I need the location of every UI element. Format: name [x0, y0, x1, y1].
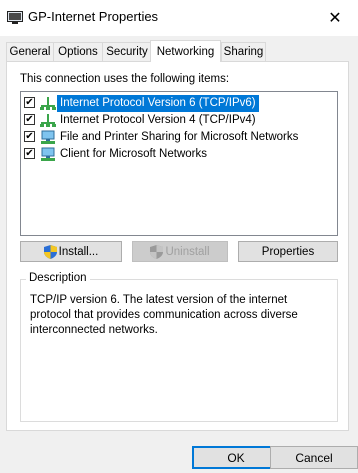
tab-options[interactable]: Options: [53, 42, 103, 61]
network-connection-icon: [7, 11, 23, 24]
list-item-label: File and Printer Sharing for Microsoft N…: [60, 131, 299, 143]
list-item-ipv6[interactable]: ✔ Internet Protocol Version 6 (TCP/IPv6): [23, 95, 335, 112]
networking-panel: This connection uses the following items…: [6, 61, 349, 431]
list-item-ipv4[interactable]: ✔ Internet Protocol Version 4 (TCP/IPv4): [23, 112, 335, 129]
install-label: Install...: [58, 245, 99, 258]
list-item-client-networks[interactable]: ✔ Client for Microsoft Networks: [23, 146, 335, 163]
network-protocol-icon: [40, 97, 56, 110]
uac-shield-icon: [43, 244, 57, 259]
title-bar: GP-Internet Properties ✕: [0, 0, 358, 36]
window-title: GP-Internet Properties: [28, 9, 159, 24]
uninstall-button[interactable]: Uninstall: [132, 241, 228, 262]
properties-label: Properties: [261, 245, 315, 258]
tab-sharing[interactable]: Sharing: [221, 42, 266, 61]
description-title: Description: [26, 272, 90, 284]
close-icon: ✕: [328, 10, 342, 27]
network-client-icon: [41, 147, 55, 161]
items-caption: This connection uses the following items…: [20, 73, 230, 85]
uac-shield-icon: [150, 244, 164, 259]
cancel-button[interactable]: Cancel: [270, 446, 358, 469]
tab-security[interactable]: Security: [102, 42, 152, 61]
tab-general[interactable]: General: [6, 42, 54, 61]
checkbox-client-networks[interactable]: ✔: [24, 148, 35, 159]
network-service-icon: [41, 130, 55, 144]
network-protocol-icon: [40, 114, 56, 127]
uninstall-label: Uninstall: [165, 245, 210, 258]
tab-networking[interactable]: Networking: [150, 40, 221, 62]
connection-items-list[interactable]: ✔ Internet Protocol Version 6 (TCP/IPv6)…: [20, 91, 338, 236]
install-button[interactable]: Install...: [20, 241, 122, 262]
description-text: TCP/IP version 6. The latest version of …: [30, 294, 298, 336]
list-item-label: Client for Microsoft Networks: [60, 148, 207, 160]
checkbox-ipv4[interactable]: ✔: [24, 114, 35, 125]
ok-button[interactable]: OK: [192, 446, 280, 469]
close-button[interactable]: ✕: [312, 0, 358, 36]
checkbox-ipv6[interactable]: ✔: [24, 97, 35, 108]
list-item-label: Internet Protocol Version 4 (TCP/IPv4): [60, 114, 256, 126]
properties-button[interactable]: Properties: [238, 241, 338, 262]
checkbox-file-printer-sharing[interactable]: ✔: [24, 131, 35, 142]
list-item-label: Internet Protocol Version 6 (TCP/IPv6): [57, 95, 259, 112]
list-item-file-printer-sharing[interactable]: ✔ File and Printer Sharing for Microsoft…: [23, 129, 335, 146]
